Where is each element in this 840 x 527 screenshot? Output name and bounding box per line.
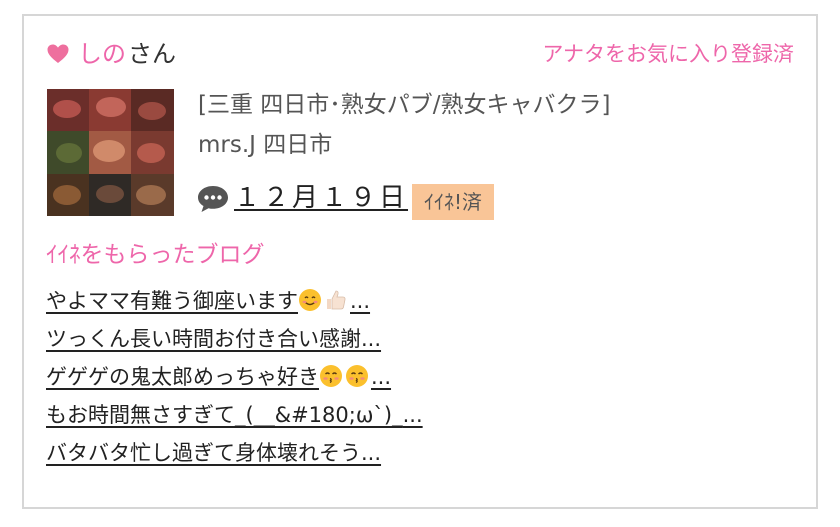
list-item: ツっくん長い時間お付き合い感謝... [46,322,423,360]
list-item: やよママ有難う御座います... [46,284,423,322]
list-item: ゲゲゲの鬼太郎めっちゃ好き... [46,360,423,398]
user-name-suffix: さん [128,40,176,68]
blog-ellipsis: ... [361,441,382,465]
blog-link[interactable]: ツっくん長い時間お付き合い感謝... [46,327,381,351]
list-item: バタバタ忙し過ぎて身体壊れそう... [46,436,423,474]
blog-title: バタバタ忙し過ぎて身体壊れそう [46,441,361,465]
review-card: しの さん アナタをお気に入り登録済 [三重 四日市･熟女パブ/熟女キャバクラ]… [22,14,818,509]
smiling-face-emoji [299,289,321,311]
blog-title: もお時間無さすぎて_(__&#180;ω`)_ [46,403,403,427]
blog-ellipsis: ... [350,289,371,313]
heart-icon [47,44,69,63]
blog-ellipsis: ... [402,403,423,427]
food-photo-collage-image [47,89,174,216]
iine-status-badge: ｲｲﾈ!済 [412,184,495,220]
kissing-face-emoji [320,365,342,387]
list-item: もお時間無さすぎて_(__&#180;ω`)_... [46,398,423,436]
blog-link[interactable]: ゲゲゲの鬼太郎めっちゃ好き... [46,365,391,389]
card-header: しの さん アナタをお気に入り登録済 [46,38,794,72]
shop-name-link[interactable]: mrs.J 四日市 [198,128,332,162]
favorite-status-link[interactable]: アナタをお気に入り登録済 [542,38,794,70]
blog-title: ゲゲゲの鬼太郎めっちゃ好き [46,365,319,389]
shop-thumbnail[interactable] [47,89,174,216]
speech-bubble-icon [198,186,228,212]
thumbs-up-emoji [327,290,346,310]
blog-ellipsis: ... [371,365,392,389]
blog-list: やよママ有難う御座います... ツっくん長い時間お付き合い感謝... ゲゲゲの鬼… [46,284,423,474]
activity-date-link[interactable]: １２月１９日 [234,180,408,216]
blog-link[interactable]: もお時間無さすぎて_(__&#180;ω`)_... [46,403,423,427]
kissing-face-emoji [346,365,368,387]
blog-link[interactable]: バタバタ忙し過ぎて身体壊れそう... [46,441,381,465]
blog-section-heading: ｲｲﾈをもらったブログ [46,242,265,268]
shop-category: [三重 四日市･熟女パブ/熟女キャバクラ] [198,92,611,118]
blog-title: ツっくん長い時間お付き合い感謝 [46,327,361,351]
blog-link[interactable]: やよママ有難う御座います... [46,289,370,313]
user-name-link[interactable]: しの [78,38,126,70]
blog-ellipsis: ... [361,327,382,351]
blog-title: やよママ有難う御座います [46,289,298,313]
